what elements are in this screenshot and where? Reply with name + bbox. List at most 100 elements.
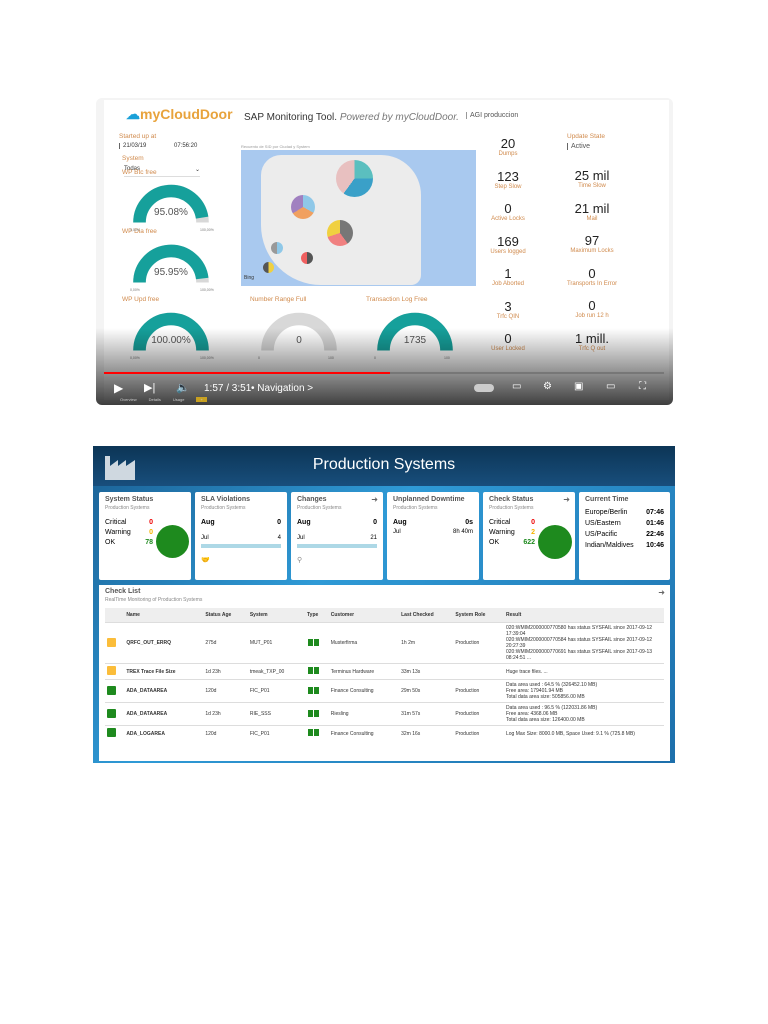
kpi-label: Active Locks: [491, 216, 525, 222]
time-zone-row: Europe/Berlin 07:46: [585, 509, 664, 516]
column-header[interactable]: System: [247, 608, 305, 623]
kpi-value: 123: [497, 168, 519, 184]
kpi: 0 Transports In Error: [552, 266, 632, 287]
arrow-right-icon[interactable]: ➜: [658, 588, 665, 597]
chapter-link[interactable]: • Navigation >: [251, 383, 313, 394]
card-subtitle: Production Systems: [393, 505, 438, 511]
ok-label: OK: [489, 539, 500, 546]
kpi-value: 169: [497, 233, 519, 249]
zone-name: Indian/Maldives: [585, 542, 634, 549]
card-subtitle: Production Systems: [489, 505, 534, 511]
book-icon: [312, 667, 319, 674]
system-name: AGI produccion: [466, 112, 518, 119]
map[interactable]: Bing: [241, 150, 476, 286]
table-row[interactable]: QRFC_OUT_ERRQ 275d MUT_P01 Musterfirma 1…: [105, 622, 664, 664]
started-time: 07:56:20: [174, 143, 198, 149]
volume-icon[interactable]: 🔈: [176, 381, 190, 394]
ok-label: OK: [105, 539, 116, 546]
kpi-value: 0: [588, 298, 596, 313]
warning-label: Warning: [489, 529, 515, 536]
system-role: Production: [453, 679, 504, 703]
miniplayer-icon[interactable]: ▣: [574, 381, 583, 392]
system: FIC_P01: [247, 679, 305, 703]
table-row[interactable]: ADA_DATAAREA 120d FIC_P01 Finance Consul…: [105, 679, 664, 703]
check-status-card[interactable]: ➜ Check Status Production Systems Critic…: [483, 492, 575, 580]
gauge-min: 0,00%: [130, 228, 140, 232]
dashboard-title: SAP Monitoring Tool. Powered by myCloudD…: [244, 112, 459, 123]
column-header[interactable]: Type: [304, 608, 329, 623]
gauge-label: WP Btc free: [122, 169, 157, 176]
fullscreen-icon[interactable]: ⛶: [639, 381, 646, 392]
update-state-value: Active: [567, 143, 590, 150]
book-icon: [312, 709, 319, 717]
column-header[interactable]: Last Checked: [399, 608, 454, 623]
map-pie: [291, 195, 315, 219]
column-header[interactable]: Status Age: [203, 608, 248, 623]
value: 8h 40m: [452, 529, 473, 535]
tab-overview[interactable]: Overview: [120, 397, 137, 402]
table-row[interactable]: TREX Trace File Size 1d 23h tmeak_TXP_00…: [105, 663, 664, 680]
progress-track[interactable]: [104, 372, 664, 374]
table-row[interactable]: ADA_LOGAREA 120d FIC_P01 Finance Consult…: [105, 725, 664, 741]
arrow-right-icon[interactable]: ➜: [563, 495, 570, 504]
status-age: 275d: [203, 622, 248, 664]
kpi-label: Job Aborted: [491, 281, 525, 287]
unplanned-downtime-card[interactable]: Unplanned Downtime Production Systems Au…: [387, 492, 479, 580]
theater-icon[interactable]: ▭: [606, 381, 615, 392]
system-role: Production: [453, 622, 504, 664]
arrow-right-icon[interactable]: ➜: [371, 495, 378, 504]
table-row[interactable]: ADA_DATAAREA 1d 23h RIE_SSS Riesling 31m…: [105, 702, 664, 726]
status-indicator: [107, 666, 116, 675]
kpi-value: 3: [504, 298, 512, 314]
customer: Musterfirma: [328, 622, 400, 664]
customer: Finance Consulting: [328, 725, 400, 741]
map-pie: [271, 242, 283, 254]
checklist-panel: ➜ Check List RealTime Monitoring of Prod…: [99, 585, 670, 761]
ok-count: 78: [145, 539, 153, 546]
tab-usage[interactable]: Usage: [173, 397, 185, 402]
column-header[interactable]: Name: [124, 608, 204, 623]
system: RIE_SSS: [247, 702, 305, 726]
map-pie: [263, 262, 274, 273]
sla-violations-card[interactable]: SLA Violations Production Systems Aug 0 J…: [195, 492, 287, 580]
autoplay-toggle[interactable]: [474, 384, 494, 392]
system-role: [453, 663, 504, 680]
column-header[interactable]: [105, 608, 125, 623]
month: Aug: [393, 519, 407, 526]
column-header[interactable]: System Role: [453, 608, 504, 623]
tab-add[interactable]: +: [196, 397, 207, 402]
column-header[interactable]: Result: [504, 608, 664, 623]
kpi: 0 Job run 12 h: [552, 298, 632, 319]
card-subtitle: Production Systems: [201, 505, 246, 511]
kpi-value: 0: [588, 265, 596, 281]
customer: Terminus Hardware: [328, 663, 400, 680]
status-indicator: [107, 685, 116, 695]
ok-count: 622: [523, 539, 535, 546]
kpi-value: 20: [500, 136, 516, 151]
card-title: System Status: [105, 496, 154, 503]
kpi: 169 Users logged: [468, 234, 548, 255]
kpi-label: Users logged: [490, 248, 526, 255]
column-header[interactable]: Customer: [328, 608, 400, 623]
status-indicator: [107, 708, 116, 718]
bing-logo: Bing: [244, 275, 255, 281]
play-icon[interactable]: ▶: [114, 381, 123, 395]
next-icon[interactable]: ▶|: [144, 381, 155, 394]
card-subtitle: Production Systems: [105, 505, 150, 511]
tab-details[interactable]: Details: [149, 397, 161, 402]
captions-icon[interactable]: ▭: [512, 381, 521, 392]
kpi: 25 mil Time Slow: [552, 168, 632, 189]
gauge-label: Transaction Log Free: [366, 296, 428, 303]
production-dashboard: Production Systems System Status Product…: [93, 446, 675, 763]
changes-card[interactable]: ➜ Changes Production Systems Aug 0 Jul 21 …: [291, 492, 383, 580]
settings-icon[interactable]: ⚙: [543, 381, 552, 392]
status-pie: [156, 525, 189, 558]
gauge-label: WP Upd free: [122, 296, 160, 303]
gauge-value: 95.95%: [154, 267, 188, 278]
page-title: Production Systems: [312, 456, 456, 473]
kpi: 97 Maximum Locks: [552, 233, 632, 254]
card-title: Check Status: [489, 496, 534, 503]
system-status-card[interactable]: System Status Production Systems Critica…: [99, 492, 191, 580]
video-player[interactable]: ☁myCloudDoor SAP Monitoring Tool. Powere…: [96, 98, 673, 405]
kpi: 3 Trfc QIN: [468, 299, 548, 320]
